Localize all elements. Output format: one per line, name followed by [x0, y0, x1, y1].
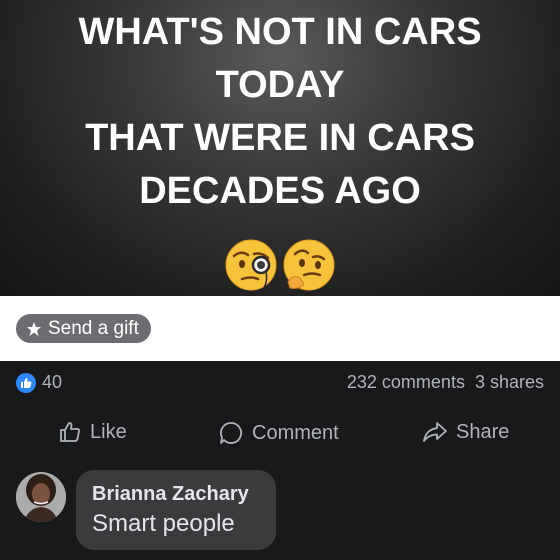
- meme-line: THAT WERE IN CARS: [85, 117, 475, 159]
- like-reaction-icon: [16, 372, 36, 393]
- post-image[interactable]: WHAT'S NOT IN CARS TODAY THAT WERE IN CA…: [0, 0, 560, 296]
- comment-bubble-icon: [220, 422, 243, 444]
- like-button[interactable]: Like: [58, 420, 127, 444]
- shares-count[interactable]: 3 shares: [475, 372, 544, 393]
- gift-bar: Send a gift: [0, 296, 560, 361]
- comment-button[interactable]: Comment: [218, 420, 339, 446]
- comment-label: Comment: [252, 421, 339, 444]
- send-gift-label: Send a gift: [48, 317, 139, 339]
- comment-author[interactable]: Brianna Zachary: [92, 482, 260, 506]
- comment-item: Brianna Zachary Smart people: [16, 470, 556, 560]
- meme-line: DECADES AGO: [139, 170, 421, 212]
- avatar[interactable]: [16, 472, 66, 522]
- share-arrow-icon: [423, 422, 447, 442]
- gift-icon: [27, 321, 41, 336]
- share-button[interactable]: Share: [422, 420, 509, 444]
- thumbs-up-icon: [60, 422, 80, 442]
- meme-line: TODAY: [215, 64, 345, 106]
- emoji-row: [0, 238, 560, 292]
- meme-caption: WHAT'S NOT IN CARS TODAY THAT WERE IN CA…: [0, 6, 560, 218]
- like-label: Like: [90, 420, 127, 443]
- comments-count[interactable]: 232 comments: [347, 372, 465, 393]
- post-actions: Like Comment Share: [0, 410, 560, 456]
- share-label: Share: [456, 420, 510, 443]
- meme-line: WHAT'S NOT IN CARS: [78, 11, 482, 53]
- like-count-value: 40: [42, 372, 63, 392]
- send-gift-button[interactable]: Send a gift: [16, 314, 151, 343]
- face-with-monocle-icon: [225, 239, 277, 291]
- user-photo-icon: [16, 472, 66, 522]
- post-stats: 40 232 comments 3 shares: [0, 361, 560, 405]
- comment-text: Smart people: [92, 510, 235, 537]
- like-count[interactable]: 40: [16, 372, 62, 393]
- comment-bubble[interactable]: Brianna Zachary Smart people: [76, 470, 276, 550]
- thinking-face-icon: [283, 239, 335, 291]
